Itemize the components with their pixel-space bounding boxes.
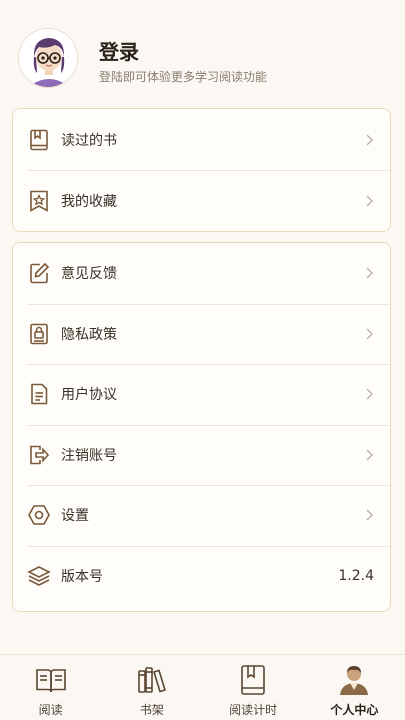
tab-label: 个人中心 (330, 703, 379, 717)
chevron-right-icon (366, 195, 373, 206)
chevron-right-icon (366, 509, 373, 521)
login-subtitle: 登陆即可体验更多学习阅读功能 (99, 70, 268, 84)
tab-bookshelf[interactable]: 书架 (101, 655, 202, 720)
hexagon-settings-icon (27, 503, 51, 527)
menu-item-read-books[interactable]: 读过的书 (13, 109, 390, 170)
tab-read[interactable]: 阅读 (0, 655, 101, 720)
document-icon (27, 382, 51, 406)
menu-item-label: 用户协议 (61, 387, 117, 404)
tab-reading-timer[interactable]: 阅读计时 (203, 655, 304, 720)
settings-card: 意见反馈 隐私政策 用户协议 注销账号 设置 版本号 1.2.4 (12, 242, 391, 612)
chevron-right-icon (366, 388, 373, 400)
menu-item-label: 意见反馈 (61, 266, 117, 283)
menu-item-label: 版本号 (61, 568, 103, 585)
menu-item-label: 读过的书 (61, 132, 117, 149)
book-bookmark-icon (27, 128, 51, 152)
menu-item-delete-account[interactable]: 注销账号 (13, 424, 390, 486)
lock-document-icon (27, 322, 51, 346)
menu-item-favorites[interactable]: 我的收藏 (13, 170, 390, 231)
chevron-right-icon (366, 267, 373, 279)
book-timer-icon (241, 665, 265, 695)
chevron-right-icon (366, 134, 373, 145)
chevron-right-icon (366, 328, 373, 340)
menu-item-label: 注销账号 (61, 447, 117, 464)
menu-item-label: 设置 (61, 508, 89, 525)
reading-card: 读过的书 我的收藏 (12, 108, 391, 232)
tab-profile[interactable]: 个人中心 (304, 655, 405, 720)
tab-label: 阅读 (38, 703, 63, 717)
bottom-tab-bar: 阅读 书架 阅读计时 个人中心 (0, 654, 405, 720)
star-badge-icon (27, 189, 51, 213)
menu-item-feedback[interactable]: 意见反馈 (13, 243, 390, 304)
avatar[interactable] (18, 28, 78, 88)
open-book-icon (35, 669, 66, 693)
avatar-girl-icon (19, 29, 77, 87)
menu-item-version: 版本号 1.2.4 (13, 545, 390, 607)
menu-item-label: 隐私政策 (61, 326, 117, 343)
menu-item-settings[interactable]: 设置 (13, 485, 390, 546)
menu-item-privacy[interactable]: 隐私政策 (13, 303, 390, 365)
chevron-right-icon (366, 449, 373, 461)
bookshelf-icon (138, 667, 166, 693)
logout-icon (27, 443, 51, 467)
tab-label: 书架 (139, 703, 164, 717)
person-icon (340, 666, 369, 695)
tab-label: 阅读计时 (229, 703, 278, 717)
menu-item-agreement[interactable]: 用户协议 (13, 364, 390, 425)
login-title[interactable]: 登录 (99, 36, 139, 65)
layers-icon (27, 564, 51, 588)
version-number: 1.2.4 (338, 567, 374, 584)
menu-item-label: 我的收藏 (61, 193, 117, 210)
profile-header[interactable]: 登录 登陆即可体验更多学习阅读功能 (0, 0, 405, 100)
edit-icon (27, 261, 51, 285)
